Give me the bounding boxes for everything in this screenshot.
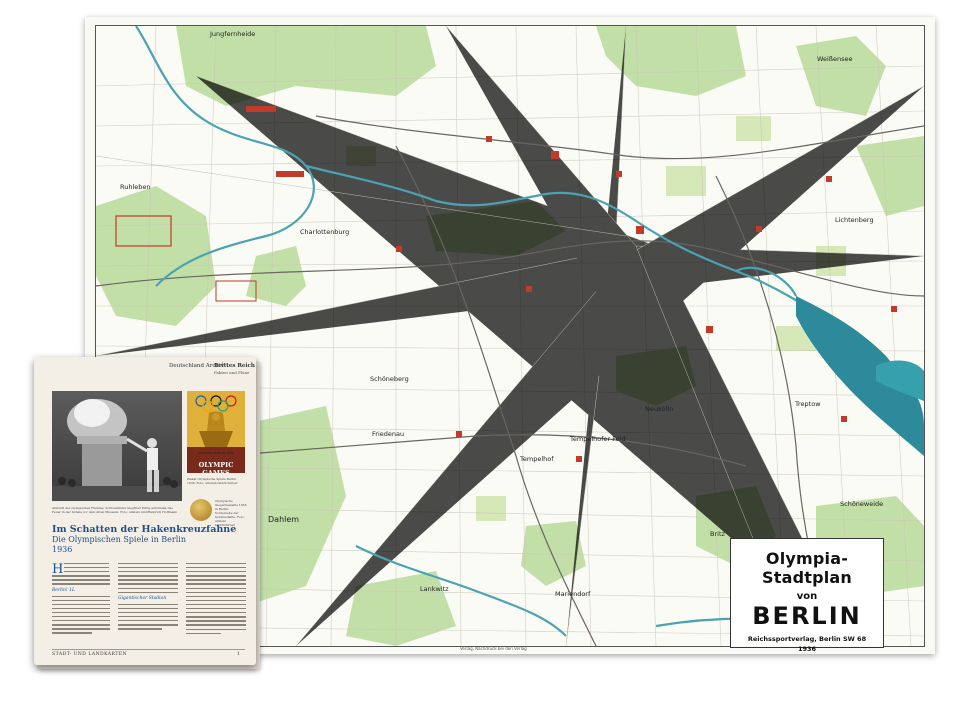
map-place-label: Tempelhofer Feld xyxy=(570,435,626,443)
map-footer: Verlag, Nachdruck bei den Verlag xyxy=(460,646,527,651)
map-title: Olympia-Stadtplan xyxy=(762,549,852,587)
photo-caption: Ankunft der olympischen Flamme: Schlussl… xyxy=(52,506,178,514)
magazine[interactable]: Deutschland Archiv Drittes Reich Fakten … xyxy=(34,357,256,665)
map-title-von: von xyxy=(796,591,818,602)
map-place-label: Tempelhof xyxy=(520,455,554,463)
map-title-cartouche: Olympia-Stadtplan von BERLIN Reichssport… xyxy=(730,538,884,653)
poster-olympic-games: OLYMPIC GAMES xyxy=(198,461,234,473)
column-1-heading: Berlin! 1L xyxy=(52,587,75,593)
map-place-label: Dahlem xyxy=(268,515,300,524)
magazine-page-number: 1 xyxy=(237,652,240,657)
map-place-label: Jungfernheide xyxy=(210,30,256,38)
map-place-label: Weißensee xyxy=(817,55,853,63)
gold-medal-image xyxy=(190,499,212,521)
map-place-label: Schöneberg xyxy=(370,375,409,383)
medal-caption: Olympische Siegermedaille 1936 in Berlin… xyxy=(215,499,247,527)
article-subtitle: Die Olympischen Spiele in Berlin xyxy=(52,535,187,544)
magazine-footer-section: STADT- UND LANDKARTEN xyxy=(52,652,128,657)
map-place-label: Britz xyxy=(710,530,725,538)
map-place-label: Charlottenburg xyxy=(300,228,350,236)
olympic-poster: GERMANY BERLIN 1936 OLYMPIC GAMES xyxy=(187,391,245,473)
article-column-1: Berlin! 1L xyxy=(52,563,124,637)
article-year: 1936 xyxy=(52,545,73,554)
map-place-label: Ruhleben xyxy=(120,183,151,191)
map-place-label: Friedenau xyxy=(372,430,405,438)
article-column-2: Gigantischer Stadion xyxy=(118,563,178,632)
article-title: Im Schatten der Hakenkreuzfahne xyxy=(52,524,237,535)
magazine-header-right: Drittes Reich xyxy=(214,363,255,369)
article-column-3 xyxy=(186,563,246,637)
map-place-label: Mariendorf xyxy=(555,590,591,598)
map-place-label: Schöneweide xyxy=(840,500,884,508)
poster-small-text: GERMANY BERLIN 1936 xyxy=(198,451,234,455)
map-place-label: Lankwitz xyxy=(420,585,449,593)
map-publisher: Reichssportverlag, Berlin SW 68 xyxy=(747,635,867,643)
poster-caption: Plakat Olympische Spiele Berlin 1936. Fo… xyxy=(187,477,238,485)
column-2-heading: Gigantischer Stadion xyxy=(118,595,167,601)
map-city-name: BERLIN xyxy=(752,602,862,630)
map-place-label: Treptow xyxy=(795,400,821,408)
map-place-label: Lichtenberg xyxy=(835,216,874,224)
map-place-label: Neukölln xyxy=(645,405,674,413)
footer-rule xyxy=(52,649,245,650)
torch-photo xyxy=(52,391,182,501)
magazine-header-sub: Fakten und Pläne xyxy=(214,370,250,375)
map-year: 1936 xyxy=(797,645,817,653)
